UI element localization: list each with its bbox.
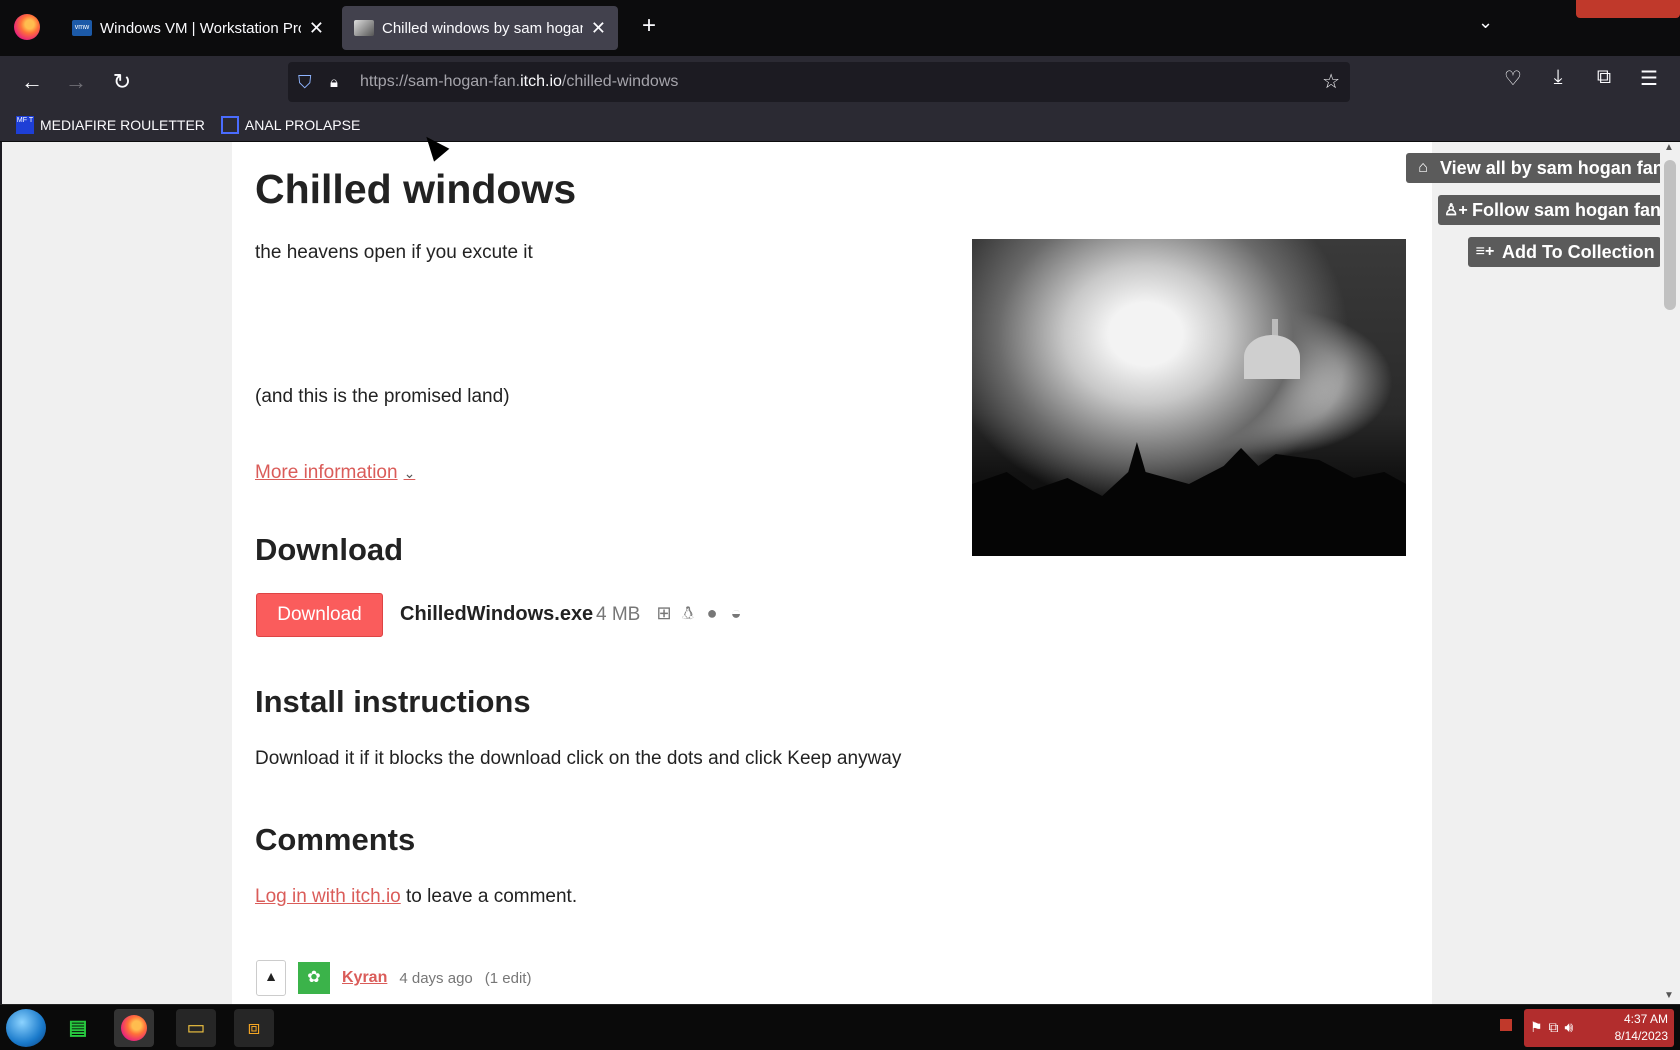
page-scrollbar[interactable]: ▲ ▼ — [1660, 142, 1680, 1004]
mediafire-icon: MF T — [16, 115, 34, 134]
bookmark-star-icon[interactable]: ☆ — [1322, 69, 1340, 94]
url-host: itch.io — [520, 73, 562, 90]
vmware-taskbar-icon[interactable]: ⧈ — [234, 1009, 274, 1047]
tab-strip: vmw Windows VM | Workstation Pro ✕ Chill… — [0, 0, 1680, 56]
url-bar[interactable]: ⛉ 🔒︎ https://sam-hogan-fan.itch.io/chill… — [288, 62, 1350, 102]
comment-time: 4 days ago — [399, 969, 473, 987]
store-icon: ⌂ — [1418, 159, 1428, 176]
tab-title: Windows VM | Workstation Pro — [100, 19, 301, 37]
pocket-icon[interactable]: ♡ — [1498, 66, 1528, 91]
scrollbar-thumb[interactable] — [1664, 160, 1676, 310]
reload-icon[interactable]: ↻ — [106, 66, 138, 98]
more-information-link[interactable]: More information ⌄ — [255, 462, 415, 484]
bookmark-second[interactable]: ANAL PROLAPSE — [220, 115, 361, 134]
file-name: ChilledWindows.exe — [400, 603, 594, 625]
tray-icons[interactable]: ⚑⧉🔊︎ — [1530, 1019, 1579, 1036]
back-icon[interactable]: ← — [16, 66, 48, 98]
shield-icon[interactable]: ⛉ — [298, 72, 318, 93]
add-to-collection-button[interactable]: ≡+ Add To Collection — [1468, 237, 1661, 267]
upvote-icon[interactable]: ▲ — [256, 960, 286, 996]
clock-date: 8/14/2023 — [1614, 1029, 1668, 1043]
navigation-bar: ← → ↻ ⛉ 🔒︎ https://sam-hogan-fan.itch.io… — [0, 56, 1680, 108]
notification-icon[interactable] — [1500, 1019, 1512, 1031]
clock-time: 4:37 AM — [1623, 1012, 1668, 1026]
file-explorer-icon[interactable]: ▭ — [176, 1009, 216, 1047]
hamburger-menu-icon[interactable]: ☰ — [1634, 66, 1664, 91]
tab-vmware[interactable]: vmw Windows VM | Workstation Pro ✕ — [60, 6, 336, 50]
android-icon: ◒ — [730, 603, 742, 623]
download-heading: Download — [255, 532, 404, 567]
page-viewport: Chilled windows the heavens open if you … — [2, 142, 1680, 1004]
close-icon[interactable]: ✕ — [309, 18, 324, 39]
description-tagline: the heavens open if you excute it — [255, 242, 533, 263]
description-promise: (and this is the promised land) — [255, 386, 510, 407]
file-size: 4 MB — [596, 604, 641, 625]
playlist-add-icon: ≡+ — [1475, 243, 1495, 260]
notes-app-icon[interactable]: ▤ — [58, 1009, 98, 1047]
clock[interactable]: 4:37 AM 8/14/2023 — [1615, 1011, 1668, 1045]
close-icon[interactable]: ✕ — [591, 18, 606, 39]
extensions-icon[interactable]: ⧉ — [1589, 66, 1619, 89]
chevron-down-icon[interactable]: ⌄ — [1478, 12, 1493, 33]
tab-title: Chilled windows by sam hogan — [382, 19, 583, 37]
start-button[interactable] — [6, 1009, 46, 1047]
firefox-menu-icon[interactable] — [14, 14, 40, 40]
scroll-down-icon[interactable]: ▼ — [1664, 990, 1674, 1001]
follow-button[interactable]: ♙+ Follow sam hogan fan — [1438, 195, 1668, 225]
follow-label: Follow sam hogan fan — [1472, 199, 1662, 220]
comment-item: ▲ ✿ Kyran 4 days ago (1 edit) — [256, 960, 531, 996]
comment-author[interactable]: Kyran — [342, 969, 387, 987]
cathedral-dome — [1244, 335, 1300, 379]
bookmark-label: ANAL PROLAPSE — [244, 116, 361, 133]
download-icon[interactable]: ⤓ — [1543, 66, 1573, 89]
linux-icon: 🐧︎ — [682, 603, 694, 623]
apple-icon: ● — [706, 603, 718, 623]
install-text: Download it if it blocks the download cl… — [255, 748, 902, 769]
add-user-icon: ♙+ — [1444, 202, 1468, 219]
login-suffix: to leave a comment. — [400, 886, 578, 907]
taskbar: ▤ ▭ ⧈ ⚑⧉🔊︎ 4:37 AM 8/14/2023 — [0, 1004, 1680, 1050]
chevron-down-icon: ⌄ — [403, 465, 416, 481]
city-silhouette — [972, 442, 1406, 556]
collection-label: Add To Collection — [1502, 241, 1655, 262]
desktop: vmw Windows VM | Workstation Pro ✕ Chill… — [0, 0, 1680, 1050]
comments-heading: Comments — [255, 822, 416, 857]
login-prompt: Log in with itch.io to leave a comment. — [255, 886, 577, 908]
url-text[interactable]: https://sam-hogan-fan.itch.io/chilled-wi… — [360, 73, 678, 91]
comment-edit[interactable]: (1 edit) — [485, 970, 532, 987]
game-screenshot[interactable] — [972, 239, 1406, 556]
window-controls[interactable] — [1576, 0, 1680, 18]
page-title: Chilled windows — [255, 166, 577, 212]
firefox-taskbar-icon[interactable] — [114, 1009, 154, 1047]
install-heading: Install instructions — [255, 684, 531, 719]
url-path: /chilled-windows — [561, 73, 679, 90]
vmware-favicon-icon: vmw — [72, 20, 92, 36]
tab-chilled-windows[interactable]: Chilled windows by sam hogan ✕ — [342, 6, 618, 50]
download-button[interactable]: Download — [256, 593, 383, 637]
forward-icon[interactable]: → — [60, 66, 92, 98]
system-tray: ⚑⧉🔊︎ 4:37 AM 8/14/2023 — [1524, 1009, 1674, 1047]
bookmarks-bar: MF T MEDIAFIRE ROULETTER ANAL PROLAPSE — [0, 108, 1680, 142]
windows-icon: ⊞ — [656, 603, 672, 623]
avatar[interactable]: ✿ — [298, 962, 330, 994]
new-tab-icon[interactable]: + — [634, 12, 664, 40]
firefox-logo-icon — [121, 1015, 147, 1041]
view-all-label: View all by sam hogan fan — [1440, 157, 1664, 178]
bookmark-label: MEDIAFIRE ROULETTER — [40, 116, 205, 133]
login-link[interactable]: Log in with itch.io — [255, 886, 401, 907]
view-all-button[interactable]: ⌂ View all by sam hogan fan — [1406, 153, 1670, 183]
url-prefix: https://sam-hogan-fan. — [360, 73, 521, 90]
bookmark-favicon-icon — [220, 115, 239, 134]
lock-icon[interactable]: 🔒︎ — [330, 74, 350, 91]
scroll-up-icon[interactable]: ▲ — [1664, 142, 1674, 153]
more-information-label: More information — [255, 462, 398, 483]
bookmark-mediafire[interactable]: MF T MEDIAFIRE ROULETTER — [16, 115, 205, 134]
itch-favicon-icon — [354, 20, 374, 36]
